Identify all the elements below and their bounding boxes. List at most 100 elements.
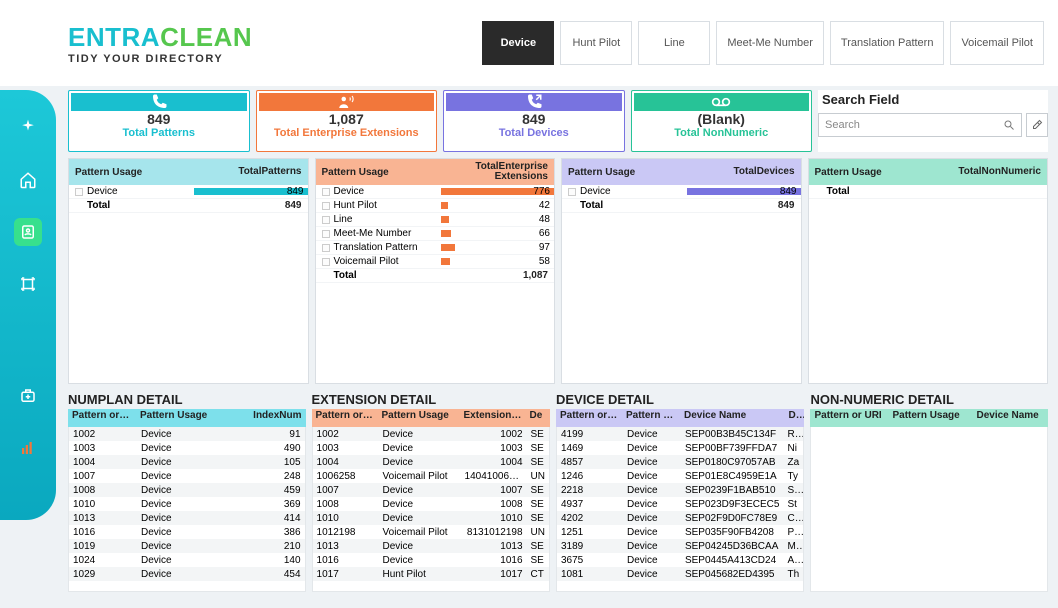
cell: SEP04245D36BCAA — [681, 540, 784, 553]
table-row[interactable]: 1013Device1013SE — [313, 539, 549, 553]
table-row[interactable]: 1013Device414 — [69, 511, 305, 525]
table-row[interactable]: 1006258Voicemail Pilot14041006258UN — [313, 469, 549, 483]
kpi-value: (Blank) — [698, 111, 745, 127]
extension-header[interactable]: Pattern or URI Pattern Usage Extension_N… — [312, 409, 550, 427]
usage-label: Line — [334, 214, 353, 225]
usage-row-item[interactable]: Hunt Pilot 42 — [316, 199, 555, 213]
table-row[interactable]: 1017Hunt Pilot1017CT — [313, 567, 549, 581]
table-row[interactable]: 1016Device1016SE — [313, 553, 549, 567]
frame-icon[interactable] — [14, 270, 42, 298]
table-row[interactable]: 1081DeviceSEP045682ED4395Th — [557, 567, 804, 581]
tab-hunt-pilot[interactable]: Hunt Pilot — [560, 21, 632, 65]
cell: Device — [623, 526, 681, 539]
table-row[interactable]: 1004Device1004SE — [313, 455, 549, 469]
tab-line[interactable]: Line — [638, 21, 710, 65]
cell: 1081 — [557, 568, 623, 581]
checkbox-icon[interactable] — [322, 188, 330, 196]
panel-header[interactable]: Pattern Usage TotalEnterprise Extensions — [316, 159, 555, 185]
kpi-orange[interactable]: 1,087 Total Enterprise Extensions — [256, 90, 438, 152]
table-row[interactable]: 1251DeviceSEP035F90FB4208Pa — [557, 525, 804, 539]
tab-device[interactable]: Device — [482, 21, 554, 65]
total-label: Total — [334, 270, 357, 281]
table-row[interactable]: 1007Device248 — [69, 469, 305, 483]
tab-translation-pattern[interactable]: Translation Pattern — [830, 21, 945, 65]
table-row[interactable]: 1007Device1007SE — [313, 483, 549, 497]
table-row[interactable]: 3675DeviceSEP0445A413CD24Ad — [557, 553, 804, 567]
table-row[interactable]: 1003Device490 — [69, 441, 305, 455]
table-row[interactable]: 1002Device91 — [69, 427, 305, 441]
table-row[interactable]: 1469DeviceSEP00BF739FFDA7Ni — [557, 441, 804, 455]
kpi-green[interactable]: (Blank) Total NonNumeric — [631, 90, 813, 152]
cell: 4199 — [557, 428, 623, 441]
brand-part1: ENTRA — [68, 22, 160, 52]
checkbox-icon[interactable] — [75, 188, 83, 196]
usage-value: 66 — [539, 228, 554, 239]
usage-row-item[interactable]: Voicemail Pilot 58 — [316, 255, 555, 269]
panel-header[interactable]: Pattern Usage TotalPatterns — [69, 159, 308, 185]
table-row[interactable]: 1008Device1008SE — [313, 497, 549, 511]
table-row[interactable]: 1010Device369 — [69, 497, 305, 511]
usage-row-item[interactable]: Device 849 — [562, 185, 801, 199]
table-row[interactable]: 4202DeviceSEP02F9D0FC78E9Ch — [557, 511, 804, 525]
table-row[interactable]: 2218DeviceSEP0239F1BAB510Sa — [557, 483, 804, 497]
home-icon[interactable] — [14, 166, 42, 194]
cell: Device — [379, 484, 461, 497]
checkbox-icon[interactable] — [568, 188, 576, 196]
cell: Device — [623, 470, 681, 483]
table-row[interactable]: 1004Device105 — [69, 455, 305, 469]
tab-meet-me-number[interactable]: Meet-Me Number — [716, 21, 824, 65]
device-header[interactable]: Pattern or URI Pattern Usage Device Name… — [556, 409, 805, 427]
table-row[interactable]: 1010Device1010SE — [313, 511, 549, 525]
cell: Device — [623, 456, 681, 469]
nonnumeric-detail: NON-NUMERIC DETAIL Pattern or URI Patter… — [810, 390, 1048, 592]
usage-value: 776 — [533, 186, 554, 197]
checkbox-icon[interactable] — [322, 230, 330, 238]
usage-row-item[interactable]: Device 776 — [316, 185, 555, 199]
cell: 3675 — [557, 554, 623, 567]
table-row[interactable]: 1024Device140 — [69, 553, 305, 567]
table-row[interactable]: 1016Device386 — [69, 525, 305, 539]
contact-icon[interactable] — [14, 218, 42, 246]
checkbox-icon[interactable] — [322, 244, 330, 252]
table-row[interactable]: 4857DeviceSEP0180C97057ABZa — [557, 455, 804, 469]
medical-icon[interactable] — [14, 382, 42, 410]
panel-header[interactable]: Pattern Usage TotalNonNumeric — [809, 159, 1048, 185]
eraser-icon[interactable] — [1026, 113, 1048, 137]
usage-row-item[interactable]: Meet-Me Number 66 — [316, 227, 555, 241]
cell: 4937 — [557, 498, 623, 511]
checkbox-icon[interactable] — [322, 258, 330, 266]
table-row[interactable]: 1029Device454 — [69, 567, 305, 581]
chart-icon[interactable] — [14, 434, 42, 462]
table-row[interactable]: 1246DeviceSEP01E8C4959E1ATy — [557, 469, 804, 483]
checkbox-icon[interactable] — [322, 216, 330, 224]
cell: 1004 — [313, 456, 379, 469]
kpi-teal[interactable]: 849 Total Patterns — [68, 90, 250, 152]
usage-row-item[interactable]: Line 48 — [316, 213, 555, 227]
tab-voicemail-pilot[interactable]: Voicemail Pilot — [950, 21, 1044, 65]
table-row[interactable]: 1019Device210 — [69, 539, 305, 553]
panel-header[interactable]: Pattern Usage TotalDevices — [562, 159, 801, 185]
table-row[interactable]: 1003Device1003SE — [313, 441, 549, 455]
table-row[interactable]: 3189DeviceSEP04245D36BCAAMe — [557, 539, 804, 553]
checkbox-icon[interactable] — [322, 202, 330, 210]
table-row[interactable]: 4937DeviceSEP023D9F3ECEC5St — [557, 497, 804, 511]
col-extnum: Extension_Number — [460, 409, 526, 427]
numplan-header[interactable]: Pattern or URI Pattern Usage IndexNum — [68, 409, 306, 427]
nonnumeric-header[interactable]: Pattern or URI Pattern Usage Device Name — [810, 409, 1048, 427]
content: 849 Total Patterns 1,087 Total Enterpris… — [68, 90, 1048, 592]
logo: ENTRACLEAN TIDY YOUR DIRECTORY — [68, 22, 252, 65]
table-row[interactable]: 1002Device1002SE — [313, 427, 549, 441]
kpi-row: 849 Total Patterns 1,087 Total Enterpris… — [68, 90, 1048, 152]
sparkle-icon[interactable] — [14, 114, 42, 142]
cell: 248 — [229, 470, 305, 483]
usage-row-item[interactable]: Device 849 — [69, 185, 308, 199]
usage-row-item[interactable]: Translation Pattern 97 — [316, 241, 555, 255]
usage-total: Total 849 — [69, 199, 308, 213]
table-row[interactable]: 4199DeviceSEP00B3B45C134FRo — [557, 427, 804, 441]
table-row[interactable]: 1008Device459 — [69, 483, 305, 497]
search-input[interactable]: Search — [818, 113, 1022, 137]
search-title: Search Field — [818, 90, 1048, 109]
table-row[interactable]: 1012198Voicemail Pilot8131012198UN — [313, 525, 549, 539]
total-label: Total — [827, 186, 850, 197]
kpi-purple[interactable]: 849 Total Devices — [443, 90, 625, 152]
